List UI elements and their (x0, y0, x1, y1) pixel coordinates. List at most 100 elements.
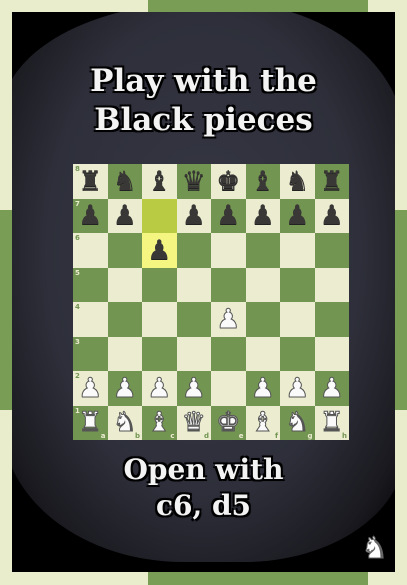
square-h6[interactable] (314, 233, 349, 268)
white-knight-icon[interactable]: ♞ (285, 409, 310, 437)
white-pawn-icon[interactable]: ♟ (181, 374, 206, 402)
square-a5[interactable]: 5 (73, 267, 108, 302)
square-a7[interactable]: 7 ♟ (73, 198, 108, 233)
black-pawn-icon[interactable]: ♟ (285, 202, 309, 229)
black-king-icon[interactable]: ♚ (216, 168, 240, 195)
square-g6[interactable] (280, 233, 315, 268)
square-f5[interactable] (245, 267, 280, 302)
white-bishop-icon[interactable]: ♝ (250, 409, 275, 437)
black-rook-icon[interactable]: ♜ (78, 168, 102, 195)
square-b2[interactable]: ♟ (107, 371, 142, 406)
square-b8[interactable]: ♞ (107, 164, 142, 199)
square-c6[interactable]: ♟ (142, 233, 177, 268)
black-bishop-icon[interactable]: ♝ (147, 168, 171, 195)
square-c8[interactable]: ♝ (142, 164, 177, 199)
black-knight-icon[interactable]: ♞ (113, 168, 137, 195)
square-g8[interactable]: ♞ (280, 164, 315, 199)
black-pawn-icon[interactable]: ♟ (182, 202, 206, 229)
square-d8[interactable]: ♛ (176, 164, 211, 199)
white-pawn-icon[interactable]: ♟ (319, 374, 344, 402)
white-pawn-icon[interactable]: ♟ (216, 305, 241, 333)
white-queen-icon[interactable]: ♛ (181, 409, 206, 437)
square-b1[interactable]: b ♞ (107, 405, 142, 440)
square-b7[interactable]: ♟ (107, 198, 142, 233)
black-pawn-icon[interactable]: ♟ (78, 202, 102, 229)
white-king-icon[interactable]: ♚ (216, 409, 241, 437)
square-e7[interactable]: ♟ (211, 198, 246, 233)
white-pawn-icon[interactable]: ♟ (250, 374, 275, 402)
square-c4[interactable] (142, 302, 177, 337)
square-e8[interactable]: ♚ (211, 164, 246, 199)
square-h3[interactable] (314, 336, 349, 371)
square-b3[interactable] (107, 336, 142, 371)
square-b5[interactable] (107, 267, 142, 302)
square-c7[interactable] (142, 198, 177, 233)
square-a2[interactable]: 2 ♟ (73, 371, 108, 406)
square-f6[interactable] (245, 233, 280, 268)
white-bishop-icon[interactable]: ♝ (147, 409, 172, 437)
square-d5[interactable] (176, 267, 211, 302)
square-f4[interactable] (245, 302, 280, 337)
square-d2[interactable]: ♟ (176, 371, 211, 406)
square-a4[interactable]: 4 (73, 302, 108, 337)
square-h5[interactable] (314, 267, 349, 302)
rank-label: 4 (75, 303, 80, 311)
white-pawn-icon[interactable]: ♟ (285, 374, 310, 402)
square-d7[interactable]: ♟ (176, 198, 211, 233)
square-g2[interactable]: ♟ (280, 371, 315, 406)
square-c1[interactable]: c ♝ (142, 405, 177, 440)
square-h4[interactable] (314, 302, 349, 337)
background-square (395, 210, 407, 410)
square-a1[interactable]: 1 a ♜ (73, 405, 108, 440)
square-b4[interactable] (107, 302, 142, 337)
square-c3[interactable] (142, 336, 177, 371)
square-f8[interactable]: ♝ (245, 164, 280, 199)
white-rook-icon[interactable]: ♜ (319, 409, 344, 437)
square-f1[interactable]: f ♝ (245, 405, 280, 440)
square-a3[interactable]: 3 (73, 336, 108, 371)
square-f3[interactable] (245, 336, 280, 371)
headline-line: Play with the (90, 63, 317, 99)
black-queen-icon[interactable]: ♛ (182, 168, 206, 195)
square-g1[interactable]: g ♞ (280, 405, 315, 440)
square-d3[interactable] (176, 336, 211, 371)
square-e2[interactable] (211, 371, 246, 406)
black-pawn-icon[interactable]: ♟ (216, 202, 240, 229)
black-pawn-icon[interactable]: ♟ (113, 202, 137, 229)
square-g7[interactable]: ♟ (280, 198, 315, 233)
black-knight-icon[interactable]: ♞ (285, 168, 309, 195)
white-pawn-icon[interactable]: ♟ (78, 374, 103, 402)
square-b6[interactable] (107, 233, 142, 268)
square-f7[interactable]: ♟ (245, 198, 280, 233)
square-h2[interactable]: ♟ (314, 371, 349, 406)
square-g4[interactable] (280, 302, 315, 337)
square-e1[interactable]: e ♚ (211, 405, 246, 440)
black-pawn-icon[interactable]: ♟ (251, 202, 275, 229)
rank-label: 1 (75, 406, 80, 415)
square-h1[interactable]: h ♜ (314, 405, 349, 440)
square-d6[interactable] (176, 233, 211, 268)
black-rook-icon[interactable]: ♜ (320, 168, 344, 195)
square-g3[interactable] (280, 336, 315, 371)
square-e5[interactable] (211, 267, 246, 302)
white-knight-icon[interactable]: ♞ (112, 409, 137, 437)
square-e3[interactable] (211, 336, 246, 371)
square-d4[interactable] (176, 302, 211, 337)
square-h7[interactable]: ♟ (314, 198, 349, 233)
square-d1[interactable]: d ♛ (176, 405, 211, 440)
square-g5[interactable] (280, 267, 315, 302)
black-bishop-icon[interactable]: ♝ (251, 168, 275, 195)
square-a8[interactable]: 8 ♜ (73, 164, 108, 199)
square-c5[interactable] (142, 267, 177, 302)
square-a6[interactable]: 6 (73, 233, 108, 268)
white-pawn-icon[interactable]: ♟ (147, 374, 172, 402)
square-e4[interactable]: ♟ (211, 302, 246, 337)
square-e6[interactable] (211, 233, 246, 268)
white-rook-icon[interactable]: ♜ (78, 409, 103, 437)
square-c2[interactable]: ♟ (142, 371, 177, 406)
black-pawn-icon[interactable]: ♟ (320, 202, 344, 229)
white-pawn-icon[interactable]: ♟ (112, 374, 137, 402)
square-f2[interactable]: ♟ (245, 371, 280, 406)
square-h8[interactable]: ♜ (314, 164, 349, 199)
black-pawn-icon[interactable]: ♟ (147, 237, 171, 264)
